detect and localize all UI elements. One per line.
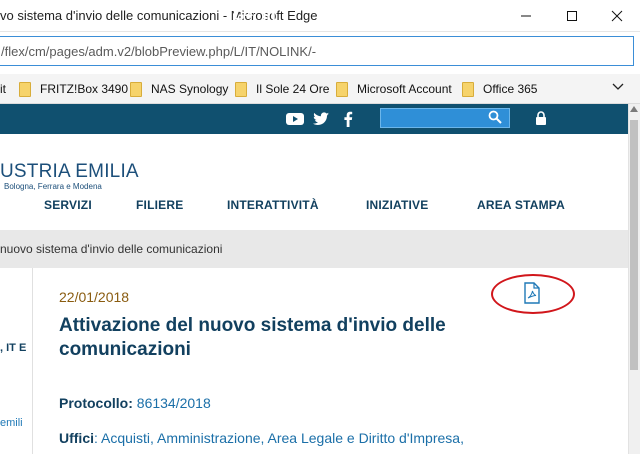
nav-item-area-stampa[interactable]: AREA STAMPA <box>477 198 565 212</box>
close-button[interactable] <box>594 0 640 32</box>
protocol-value: 86134/2018 <box>136 395 211 411</box>
favorite-item[interactable]: Il Sole 24 Ore <box>235 81 329 97</box>
offices-row: Uffici: Acquisti, Amministrazione, Area … <box>59 430 464 446</box>
sidebar-text: , IT E <box>0 342 27 354</box>
site-logo-subtitle: Bologna, Ferrara e Modena <box>4 182 102 191</box>
favorite-label: it <box>0 82 6 96</box>
scrollbar-thumb[interactable] <box>630 120 638 370</box>
title-bar: vo sistema d'invio delle comunicazioni -… <box>0 0 640 32</box>
breadcrumb: nuovo sistema d'invio delle comunicazion… <box>0 230 628 268</box>
favorite-label: Microsoft Account <box>357 82 452 96</box>
youtube-icon[interactable] <box>286 112 304 126</box>
folder-icon <box>130 81 142 97</box>
favorite-item[interactable]: FRITZ!Box 3490 <box>19 81 128 97</box>
maximize-icon <box>567 11 577 21</box>
search-icon[interactable] <box>488 110 502 124</box>
offices-label: Uffici <box>59 430 94 446</box>
protocol-row: Protocollo: 86134/2018 <box>59 395 211 411</box>
folder-icon <box>462 81 474 97</box>
address-bar[interactable]: /flex/cm/pages/adm.v2/blobPreview.php/L/… <box>0 36 634 66</box>
favorites-bar: it FRITZ!Box 3490 NAS Synology Il Sole 2… <box>0 74 640 104</box>
sidebar-link[interactable]: emili <box>0 417 23 429</box>
folder-icon <box>336 81 348 97</box>
favorite-label: Il Sole 24 Ore <box>256 82 330 96</box>
lock-icon[interactable] <box>535 111 547 125</box>
favorite-item[interactable]: NAS Synology <box>130 81 228 97</box>
nav-item-filiere[interactable]: FILIERE <box>136 198 183 212</box>
page-title: Attivazione del nuovo sistema d'invio de… <box>59 315 446 360</box>
favorite-label: Office 365 <box>483 82 538 96</box>
folder-icon <box>19 81 31 97</box>
favorite-item[interactable]: Office 365 <box>462 81 537 97</box>
nav-item-iniziative[interactable]: INIZIATIVE <box>366 198 428 212</box>
publish-date: 22/01/2018 <box>59 289 130 305</box>
twitter-icon[interactable] <box>313 112 329 126</box>
offices-value: : Acquisti, Amministrazione, Area Legale… <box>94 430 464 446</box>
address-bar-area: /flex/cm/pages/adm.v2/blobPreview.php/L/… <box>0 32 640 72</box>
google-plus-icon[interactable]: G+ <box>232 6 254 24</box>
favorite-item[interactable]: it <box>0 81 6 97</box>
favorite-item[interactable]: Microsoft Account <box>336 81 452 97</box>
facebook-icon[interactable] <box>343 111 353 127</box>
minimize-button[interactable] <box>503 0 549 32</box>
minimize-icon <box>521 15 531 17</box>
url-text: /flex/cm/pages/adm.v2/blobPreview.php/L/… <box>1 44 317 59</box>
favorite-label: FRITZ!Box 3490 <box>40 82 129 96</box>
close-icon <box>611 10 623 22</box>
chevron-down-icon[interactable] <box>612 83 624 91</box>
scroll-up-icon[interactable] <box>629 105 639 113</box>
breadcrumb-text: nuovo sistema d'invio delle comunicazion… <box>0 242 223 256</box>
site-logo-text[interactable]: USTRIA EMILIA <box>0 161 139 183</box>
nav-item-servizi[interactable]: SERVIZI <box>44 198 92 212</box>
folder-icon <box>235 81 247 97</box>
maximize-button[interactable] <box>549 0 595 32</box>
favorite-label: NAS Synology <box>151 82 229 96</box>
site-header: USTRIA EMILIA Bologna, Ferrara e Modena … <box>0 134 628 230</box>
linkedin-icon[interactable]: in <box>260 6 278 24</box>
protocol-label: Protocollo: <box>59 395 133 411</box>
annotation-circle <box>491 274 575 314</box>
nav-item-interattivita[interactable]: INTERATTIVITÀ <box>227 198 319 212</box>
